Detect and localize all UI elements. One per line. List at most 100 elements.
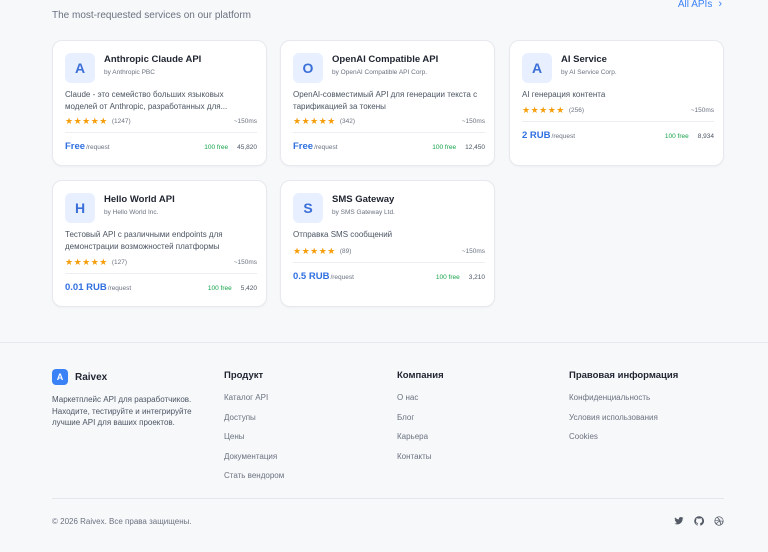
price-row: 2 RUB /request 100 free 8,934 — [522, 130, 714, 141]
rating-row: ★★★★★ (127) ~150ms — [65, 257, 257, 268]
api-name: Anthropic Claude API — [104, 54, 202, 65]
api-card-sms-gateway[interactable]: S SMS Gateway by SMS Gateway Ltd. Отправ… — [280, 180, 495, 307]
footer-link-careers[interactable]: Карьера — [397, 431, 444, 451]
api-description: OpenAI-совместимый API для генерации тек… — [293, 90, 478, 111]
brand-logo-icon: A — [52, 369, 68, 385]
footer-link-catalog[interactable]: Каталог API — [224, 392, 284, 412]
popular-apis-section: The most-requested services on our platf… — [0, 0, 768, 342]
footer-link-blog[interactable]: Блог — [397, 412, 444, 432]
api-name: OpenAI Compatible API — [332, 54, 439, 65]
star-rating-icon: ★★★★★ — [522, 105, 565, 115]
review-count: (1247) — [111, 118, 131, 125]
free-tier: 100 free — [432, 144, 457, 151]
all-apis-link[interactable]: All APIs › — [678, 0, 722, 10]
card-divider — [65, 132, 257, 133]
copyright: © 2026 Raivex. Все права защищены. — [52, 517, 192, 526]
price: 0.01 RUB — [65, 282, 107, 293]
api-vendor: by OpenAI Compatible API Corp. — [332, 69, 428, 76]
footer-column-title: Компания — [397, 370, 444, 381]
api-card-anthropic[interactable]: A Anthropic Claude API by Anthropic PBC … — [52, 40, 267, 166]
twitter-icon[interactable] — [673, 515, 684, 526]
all-apis-label: All APIs — [677, 0, 713, 10]
call-count: 8,934 — [697, 133, 714, 140]
api-avatar: A — [65, 53, 95, 83]
price: Free — [293, 141, 314, 152]
footer-column-title: Продукт — [224, 370, 264, 381]
api-vendor: by Anthropic PBC — [104, 69, 155, 76]
rating-row: ★★★★★ (89) ~150ms — [293, 246, 485, 257]
price-unit: /request — [86, 144, 110, 151]
footer-link-become-vendor[interactable]: Стать вендором — [224, 470, 284, 490]
api-description: Claude - это семейство больших языковых … — [65, 90, 228, 111]
call-count: 3,210 — [468, 274, 485, 281]
price-row: 0.01 RUB /request 100 free 5,420 — [65, 282, 257, 293]
chevron-right-icon: › — [718, 0, 722, 10]
free-tier: 100 free — [204, 144, 229, 151]
latency: ~150ms — [461, 118, 485, 125]
api-avatar: H — [65, 193, 95, 223]
footer-column-legal: Правовая информация Конфиденциальность У… — [569, 370, 678, 451]
api-card-hello-world[interactable]: H Hello World API by Hello World Inc. Те… — [52, 180, 267, 307]
price-unit: /request — [551, 133, 576, 140]
api-description: Тестовый API с различными endpoints для … — [65, 230, 223, 251]
footer-column-product: Продукт Каталог API Доступы Цены Докумен… — [224, 370, 284, 490]
dribbble-icon[interactable] — [713, 515, 724, 526]
star-rating-icon: ★★★★★ — [65, 116, 108, 126]
latency: ~150ms — [233, 118, 257, 125]
price-unit: /request — [107, 285, 132, 292]
api-name: AI Service — [561, 54, 607, 65]
api-vendor: by AI Service Corp. — [561, 69, 617, 76]
star-rating-icon: ★★★★★ — [65, 257, 108, 267]
review-count: (256) — [568, 107, 585, 114]
api-name: SMS Gateway — [332, 194, 395, 205]
api-name: Hello World API — [104, 194, 175, 205]
brand-description: Маркетплейс API для разработчиков. Наход… — [52, 395, 192, 427]
footer-link-privacy[interactable]: Конфиденциальность — [569, 392, 678, 412]
api-vendor: by SMS Gateway Ltd. — [332, 209, 395, 216]
api-card-ai-service[interactable]: A AI Service by AI Service Corp. AI гене… — [509, 40, 724, 166]
footer-link-access[interactable]: Доступы — [224, 412, 284, 432]
rating-row: ★★★★★ (256) ~150ms — [522, 105, 714, 116]
api-description: Отправка SMS сообщений — [293, 230, 393, 239]
github-icon[interactable] — [693, 515, 704, 526]
latency: ~150ms — [461, 248, 485, 255]
footer-brand[interactable]: A Raivex — [52, 369, 107, 385]
price-row: Free /request 100 free 45,820 — [65, 141, 257, 152]
card-divider — [293, 132, 485, 133]
call-count: 45,820 — [237, 144, 257, 151]
card-divider — [293, 262, 485, 263]
footer-link-contacts[interactable]: Контакты — [397, 451, 444, 471]
footer-link-cookies[interactable]: Cookies — [569, 431, 678, 451]
price-unit: /request — [330, 274, 354, 281]
latency: ~150ms — [690, 107, 714, 114]
api-description: AI генерация контента — [522, 90, 606, 99]
api-avatar: A — [522, 53, 552, 83]
star-rating-icon: ★★★★★ — [293, 246, 336, 256]
brand-name: Raivex — [75, 371, 108, 383]
footer-link-terms[interactable]: Условия использования — [569, 412, 678, 432]
call-count: 5,420 — [240, 285, 257, 292]
footer-divider — [52, 498, 724, 499]
api-vendor: by Hello World Inc. — [104, 209, 159, 216]
price-unit: /request — [314, 144, 338, 151]
free-tier: 100 free — [435, 274, 460, 281]
footer-column-company: Компания О нас Блог Карьера Контакты — [397, 370, 444, 470]
api-avatar: S — [293, 193, 323, 223]
free-tier: 100 free — [664, 133, 689, 140]
rating-row: ★★★★★ (342) ~150ms — [293, 116, 485, 127]
footer-link-docs[interactable]: Документация — [224, 451, 284, 471]
footer-link-pricing[interactable]: Цены — [224, 431, 284, 451]
price-row: 0.5 RUB /request 100 free 3,210 — [293, 271, 485, 282]
api-avatar: O — [293, 53, 323, 83]
site-footer: A Raivex Маркетплейс API для разработчик… — [0, 342, 768, 552]
price: 2 RUB — [522, 130, 551, 141]
api-card-openai-compatible[interactable]: O OpenAI Compatible API by OpenAI Compat… — [280, 40, 495, 166]
call-count: 12,450 — [465, 144, 485, 151]
star-rating-icon: ★★★★★ — [293, 116, 336, 126]
price-row: Free /request 100 free 12,450 — [293, 141, 485, 152]
card-divider — [522, 121, 714, 122]
card-divider — [65, 273, 257, 274]
section-title-cropped — [52, 0, 58, 4]
latency: ~150ms — [233, 259, 257, 266]
footer-link-about[interactable]: О нас — [397, 392, 444, 412]
